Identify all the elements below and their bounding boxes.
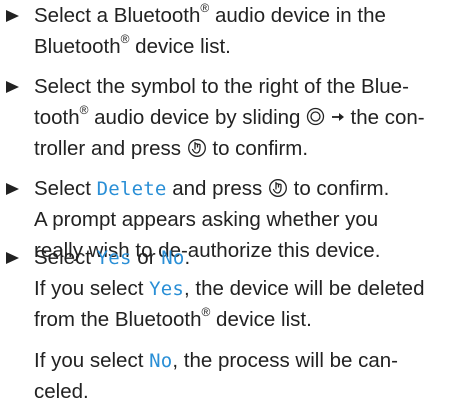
step-4-line-1: Select Yes or No. <box>34 246 191 269</box>
step-4-line-5: celed. <box>34 380 89 403</box>
step-4-line-4: If you select No, the process will be ca… <box>34 349 398 372</box>
bullet-arrow-icon <box>6 252 19 264</box>
bullet-arrow-icon <box>6 10 19 22</box>
step-2-line-2: tooth® audio device by sliding the con- <box>34 103 425 129</box>
step-2-line-1: Select the symbol to the right of the Bl… <box>34 75 409 98</box>
no-keyword: No <box>161 247 185 269</box>
step-1-line-1: Select a Bluetooth® audio device in the <box>34 1 386 27</box>
step-1-line-2: Bluetooth® device list. <box>34 32 231 58</box>
delete-keyword: Delete <box>96 178 167 200</box>
bullet-arrow-icon <box>6 183 19 195</box>
step-4-line-3: from the Bluetooth® device list. <box>34 305 312 331</box>
yes-keyword: Yes <box>96 247 132 269</box>
instruction-page: Select a Bluetooth® audio device in the … <box>0 0 471 419</box>
step-2-line-3: troller and press to confirm. <box>34 137 309 160</box>
step-3-line-2: A prompt appears asking whether you <box>34 208 379 231</box>
right-arrow-icon <box>331 111 345 123</box>
yes-keyword: Yes <box>149 278 185 300</box>
step-3-line-1: Select Delete and press to confirm. <box>34 177 390 200</box>
controller-slide-icon <box>306 107 325 126</box>
step-4-line-2: If you select Yes, the device will be de… <box>34 277 425 300</box>
press-controller-icon <box>268 178 288 198</box>
no-keyword: No <box>149 350 173 372</box>
press-controller-icon <box>187 138 207 158</box>
bullet-arrow-icon <box>6 81 19 93</box>
